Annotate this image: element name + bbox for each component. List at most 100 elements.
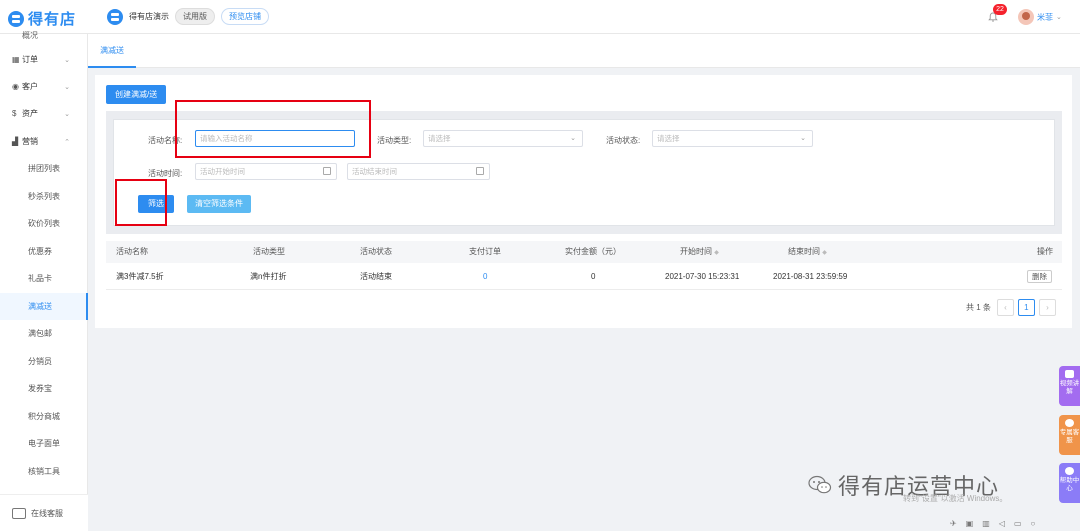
delete-button[interactable]: 删除 <box>1027 270 1052 283</box>
dedicated-service-widget[interactable]: 专属客服 <box>1059 415 1080 455</box>
sidebar-group-label: 营销 <box>22 137 38 146</box>
sort-icon: ◆ <box>714 250 719 256</box>
logo-mark-icon <box>8 10 24 27</box>
sidebar-item-coupons[interactable]: 优惠券 <box>0 238 88 265</box>
column-header-name: 活动名称 <box>116 247 148 256</box>
eye-icon: ◉ <box>12 82 19 91</box>
page-number-button[interactable]: 1 <box>1017 299 1035 316</box>
chevron-down-icon: ⌄ <box>64 56 70 64</box>
start-time-placeholder: 活动开始时间 <box>200 167 245 176</box>
sidebar-group-customers[interactable]: ◉ 客户 ⌄ <box>0 73 88 100</box>
activity-type-select[interactable]: 请选择 ⌄ <box>423 130 583 147</box>
dedicated-service-label: 专属客服 <box>1059 429 1080 444</box>
user-menu[interactable]: 米菲 ⌄ <box>1018 9 1062 25</box>
activity-type-placeholder: 请选择 <box>428 134 451 143</box>
preview-shop-button[interactable]: 预览店铺 <box>221 8 269 25</box>
start-time-picker[interactable]: 活动开始时间 <box>195 163 337 180</box>
pagination: 共 1 条 ‹ 1 › <box>966 299 1056 316</box>
sidebar-item-free-shipping[interactable]: 满包邮 <box>0 320 88 347</box>
column-header-status: 活动状态 <box>360 247 392 256</box>
sidebar-partial-item[interactable]: 概况 <box>22 30 38 41</box>
video-tutorial-widget[interactable]: 视频讲解 <box>1059 366 1080 406</box>
chevron-up-icon: ⌃ <box>64 138 70 146</box>
sidebar-item-flash-sale[interactable]: 秒杀列表 <box>0 183 88 210</box>
video-tutorial-label: 视频讲解 <box>1059 380 1080 395</box>
tab-bar: 满减送 <box>88 34 1080 68</box>
chevron-down-icon: ⌄ <box>1056 14 1062 21</box>
clear-filter-button[interactable]: 清空筛选条件 <box>187 195 251 213</box>
calendar-icon <box>323 167 331 175</box>
sidebar-group-marketing[interactable]: ▟ 营销 ⌃ <box>0 128 88 155</box>
sidebar-item-distributor[interactable]: 分销员 <box>0 348 88 375</box>
sidebar-group-assets[interactable]: $ 资产 ⌄ <box>0 100 88 127</box>
sidebar: 概况 ▦ 订单 ⌄ ◉ 客户 ⌄ $ 资产 ⌄ ▟ 营销 ⌃ 拼团列表 秒杀列表… <box>0 31 88 531</box>
highlight-box-name-input <box>175 100 371 158</box>
sidebar-item-gift-card[interactable]: 礼品卡 <box>0 265 88 292</box>
column-header-end[interactable]: 结束时间 ◆ <box>788 241 827 264</box>
help-center-widget[interactable]: 帮助中心 <box>1059 463 1080 503</box>
online-service-button[interactable]: 在线客服 <box>0 494 88 531</box>
end-time-picker[interactable]: 活动结束时间 <box>347 163 490 180</box>
top-bar: 得有店 得有店演示 试用版 预览店铺 22 米菲 ⌄ <box>0 0 1080 34</box>
shop-name[interactable]: 得有店演示 <box>129 11 169 22</box>
sidebar-item-full-reduction[interactable]: 满减送 <box>0 293 88 320</box>
online-service-label: 在线客服 <box>31 508 63 518</box>
chevron-down-icon: ⌄ <box>64 83 70 91</box>
sidebar-item-bargain[interactable]: 砍价列表 <box>0 210 88 237</box>
activity-status-placeholder: 请选择 <box>657 134 680 143</box>
window-icon[interactable]: ▣ <box>966 519 974 528</box>
calendar-icon <box>476 167 484 175</box>
tab-full-reduction[interactable]: 满减送 <box>88 34 136 68</box>
create-promotion-button[interactable]: 创建满减/送 <box>106 85 167 104</box>
next-page-button[interactable]: › <box>1038 299 1056 316</box>
sidebar-item-e-waybill[interactable]: 电子面单 <box>0 430 88 457</box>
trash-icon[interactable]: ▥ <box>982 519 990 528</box>
sidebar-item-coupon-treasure[interactable]: 发券宝 <box>0 375 88 402</box>
shop-switcher: 得有店演示 试用版 预览店铺 <box>107 8 269 25</box>
sidebar-item-verify-tool[interactable]: 核销工具 <box>0 458 88 485</box>
pager-total: 共 1 条 <box>966 303 991 312</box>
prev-page-button[interactable]: ‹ <box>996 299 1014 316</box>
screen-icon[interactable]: ▭ <box>1014 519 1022 528</box>
activity-type-label: 活动类型: <box>377 136 412 145</box>
sort-icon: ◆ <box>822 250 827 256</box>
table-row: 满3件减7.5折 满n件打折 活动结束 0 0 2021-07-30 15:23… <box>106 263 1062 290</box>
sidebar-item-group-buy[interactable]: 拼团列表 <box>0 155 88 182</box>
dollar-icon: $ <box>12 109 17 118</box>
headset-icon <box>1065 419 1074 427</box>
column-header-start-label: 开始时间 <box>680 247 712 256</box>
cell-start-time: 2021-07-30 15:23:31 <box>665 272 740 281</box>
chart-icon: ▟ <box>12 137 19 146</box>
windows-activation-hint: 转到"设置"以激活 Windows。 <box>903 494 1008 503</box>
trial-tag: 试用版 <box>175 8 215 25</box>
sidebar-group-orders[interactable]: ▦ 订单 ⌄ <box>0 46 88 73</box>
cell-type: 满n件打折 <box>250 272 287 281</box>
sidebar-group-label: 订单 <box>22 55 38 64</box>
column-header-action: 操作 <box>1037 247 1053 256</box>
end-time-placeholder: 活动结束时间 <box>352 167 397 176</box>
chevron-down-icon: ⌄ <box>800 135 806 142</box>
sidebar-item-points-mall[interactable]: 积分商城 <box>0 403 88 430</box>
activity-status-select[interactable]: 请选择 ⌄ <box>652 130 813 147</box>
wechat-icon <box>808 475 832 495</box>
sidebar-group-label: 资产 <box>22 109 38 118</box>
user-name: 米菲 <box>1037 12 1053 22</box>
video-icon <box>1065 370 1074 378</box>
rocket-icon[interactable]: ✈ <box>950 519 957 528</box>
column-header-end-label: 结束时间 <box>788 247 820 256</box>
table-header: 活动名称 活动类型 活动状态 支付订单 实付金额（元） 开始时间 ◆ 结束时间 … <box>106 241 1062 263</box>
search-icon[interactable]: ○ <box>1031 519 1036 528</box>
list-icon: ▦ <box>12 55 20 64</box>
question-icon <box>1065 467 1074 475</box>
avatar <box>1018 9 1034 25</box>
speaker-icon[interactable]: ◁ <box>999 519 1005 528</box>
cell-orders-link[interactable]: 0 <box>483 263 487 290</box>
shop-logo-icon <box>107 8 123 25</box>
cell-status: 活动结束 <box>360 272 392 281</box>
chevron-down-icon: ⌄ <box>64 110 70 118</box>
app-logo[interactable]: 得有店 <box>8 8 76 29</box>
help-center-label: 帮助中心 <box>1059 477 1080 492</box>
column-header-start[interactable]: 开始时间 ◆ <box>680 241 719 264</box>
activity-status-label: 活动状态: <box>606 136 641 145</box>
activity-time-label: 活动时间: <box>148 169 183 178</box>
